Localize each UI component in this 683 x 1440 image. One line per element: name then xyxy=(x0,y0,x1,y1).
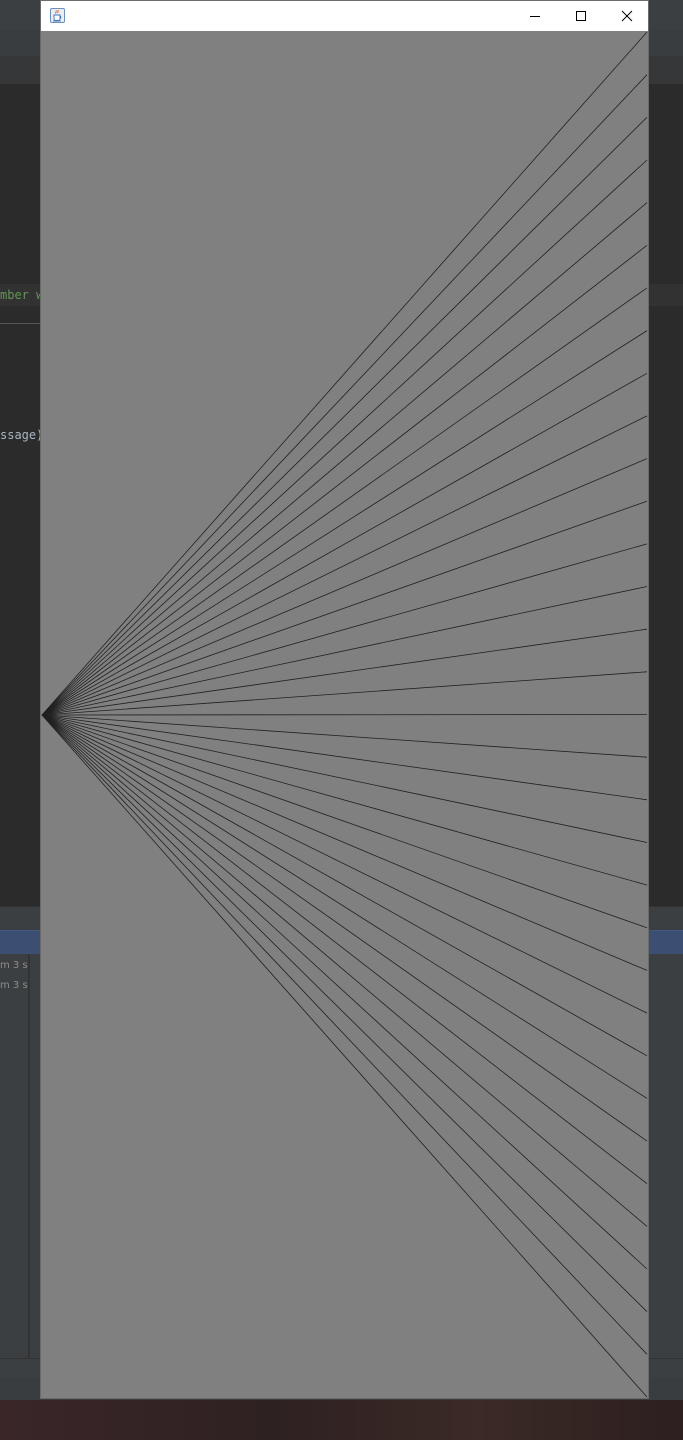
fan-line xyxy=(41,117,648,716)
fan-line xyxy=(41,500,648,716)
fan-line xyxy=(41,714,648,886)
fan-line xyxy=(41,415,648,716)
java-app-window xyxy=(40,0,649,1399)
window-title-bar[interactable] xyxy=(41,1,648,31)
line-fan-drawing xyxy=(41,31,648,1398)
drawing-canvas[interactable] xyxy=(41,31,648,1398)
fan-line xyxy=(41,714,648,1185)
java-cup-icon xyxy=(50,8,65,23)
fan-line xyxy=(41,458,648,716)
fan-line xyxy=(41,714,648,1312)
fan-line xyxy=(41,714,648,1099)
fan-line xyxy=(41,671,648,716)
fan-line xyxy=(41,714,648,1057)
ide-editor-right-edge xyxy=(649,84,683,906)
close-button[interactable] xyxy=(604,1,650,31)
taskbar xyxy=(0,1400,683,1440)
ide-separator xyxy=(0,323,40,324)
minimize-icon xyxy=(530,16,540,17)
ide-current-line-highlight-right xyxy=(649,284,683,306)
run-duration: m 3 s xyxy=(0,960,28,971)
fan-line xyxy=(41,714,648,1227)
ide-run-gutter xyxy=(28,954,30,1358)
fan-line xyxy=(41,244,648,716)
fan-line xyxy=(41,543,648,716)
fan-line xyxy=(41,31,648,716)
fan-line xyxy=(41,714,648,1270)
fan-line xyxy=(41,714,648,1355)
fan-line xyxy=(41,714,648,971)
fan-line xyxy=(41,714,648,758)
fan-line xyxy=(41,372,648,716)
close-icon xyxy=(621,10,633,22)
fan-line xyxy=(41,159,648,716)
fan-line xyxy=(41,628,648,716)
fan-line xyxy=(41,330,648,716)
fan-line xyxy=(41,714,648,801)
code-call-fragment: ssage) xyxy=(0,428,43,442)
fan-line xyxy=(41,714,648,716)
fan-line xyxy=(41,74,648,716)
fan-line xyxy=(41,714,648,1398)
run-duration: m 3 s xyxy=(0,980,28,991)
fan-line xyxy=(41,714,648,929)
desktop: mber wh ssage) m 3 s m 3 s xyxy=(0,0,683,1440)
code-call-text: ssage xyxy=(0,428,37,442)
fan-line xyxy=(41,714,648,1014)
maximize-button[interactable] xyxy=(558,1,604,31)
minimize-button[interactable] xyxy=(512,1,558,31)
fan-line xyxy=(41,202,648,716)
maximize-icon xyxy=(576,11,586,21)
